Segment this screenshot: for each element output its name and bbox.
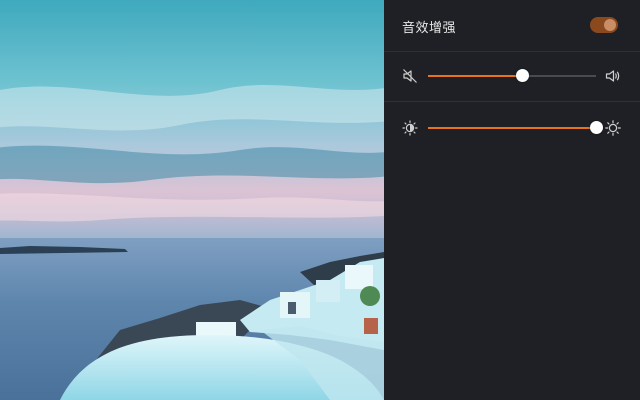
brightness-slider[interactable] [428, 121, 603, 134]
brightness-low-icon[interactable] [402, 120, 418, 136]
brightness-high-icon[interactable] [605, 120, 621, 136]
brightness-slider-thumb[interactable] [589, 121, 603, 134]
brightness-slider-fill [428, 127, 596, 129]
volume-slider-thumb[interactable] [515, 69, 529, 82]
brightness-row [384, 104, 640, 152]
sound-enhance-row: 音效增强 [384, 0, 640, 52]
video-frame[interactable] [0, 0, 384, 400]
settings-panel: 音效增强 [384, 0, 640, 400]
volume-row [384, 52, 640, 100]
toggle-knob [604, 19, 616, 31]
sound-enhance-toggle[interactable] [590, 17, 618, 33]
divider [384, 101, 640, 102]
mute-speaker-icon[interactable] [402, 68, 418, 84]
seaside-photo [0, 0, 384, 400]
volume-slider-fill [428, 75, 523, 77]
volume-slider[interactable] [428, 69, 596, 82]
speaker-loud-icon[interactable] [605, 68, 621, 84]
player-screen: 音效增强 [0, 0, 640, 400]
sound-enhance-label: 音效增强 [402, 21, 457, 36]
